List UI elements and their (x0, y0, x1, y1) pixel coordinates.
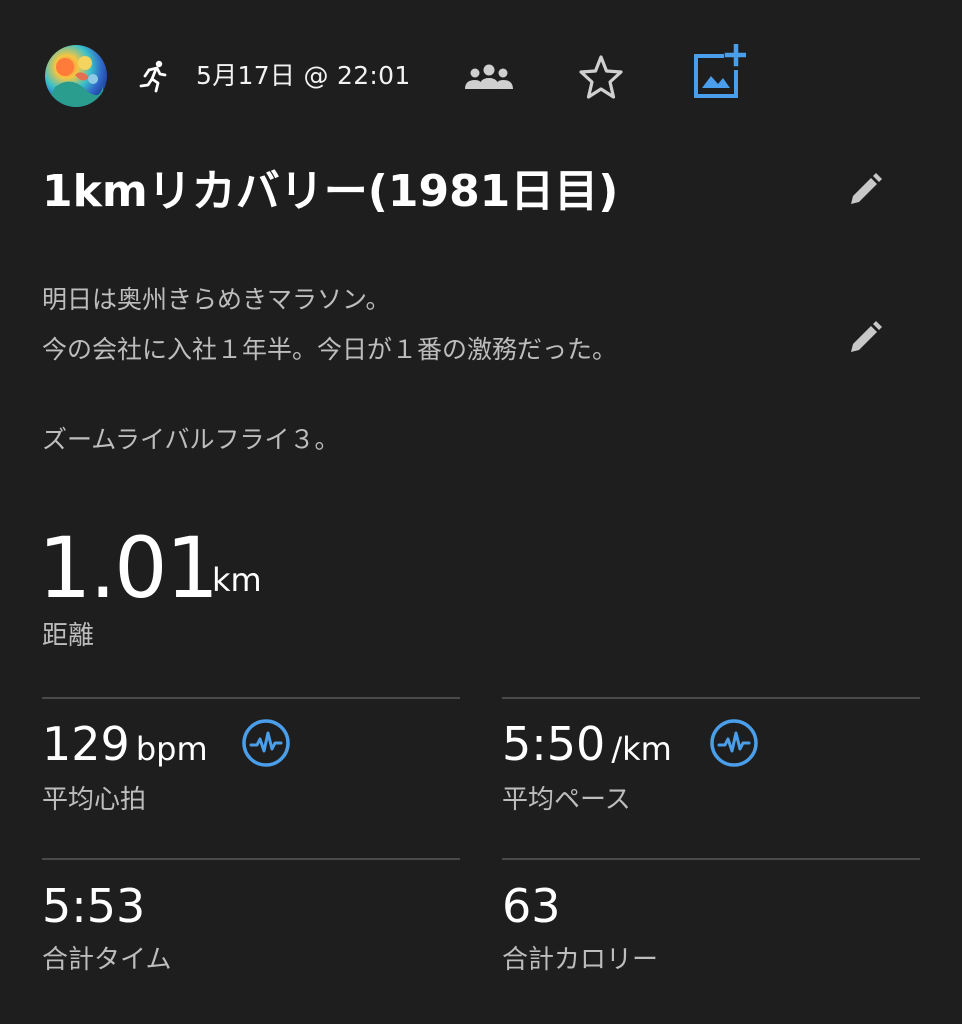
distance-value: 1.01 (38, 519, 219, 617)
distance-unit: km (212, 561, 262, 599)
description-line: 明日は奥州きらめきマラソン。 (42, 285, 391, 314)
avg-pace-label: 平均ペース (502, 785, 631, 815)
avg-pace-value: 5:50/km (502, 714, 672, 774)
heart-rate-chart-icon[interactable] (240, 717, 292, 769)
avg-heart-rate-value: 129 bpm (42, 714, 208, 774)
divider (42, 858, 460, 860)
activity-title: 1kmリカバリー(1981日目) (42, 166, 619, 217)
total-time-label: 合計タイム (42, 945, 172, 975)
distance-label: 距離 (42, 621, 95, 651)
avatar-image (45, 56, 103, 107)
avg-pace-unit: /km (611, 730, 672, 768)
running-icon (136, 58, 172, 94)
avg-heart-rate-number: 129 (42, 717, 130, 771)
divider (42, 697, 460, 699)
pace-chart-icon[interactable] (708, 717, 760, 769)
total-calories-value: 63 (502, 879, 561, 933)
edit-title-pencil-icon[interactable] (845, 170, 885, 210)
total-time-value: 5:53 (42, 879, 146, 933)
avg-heart-rate-unit: bpm (135, 730, 208, 768)
divider (502, 697, 920, 699)
group-icon[interactable] (463, 61, 515, 93)
avatar[interactable] (45, 45, 107, 107)
add-photo-icon[interactable] (690, 43, 748, 100)
avg-pace-number: 5:50 (502, 717, 606, 771)
total-calories-label: 合計カロリー (502, 945, 659, 975)
description-line: ズームライバルフライ３。 (42, 425, 340, 454)
star-icon[interactable] (576, 53, 626, 101)
activity-date: 5月17日 @ 22:01 (196, 61, 411, 90)
description-line: 今の会社に入社１年半。今日が１番の激務だった。 (42, 335, 618, 364)
edit-description-pencil-icon[interactable] (845, 318, 885, 358)
avg-heart-rate-label: 平均心拍 (42, 785, 147, 815)
divider (502, 858, 920, 860)
